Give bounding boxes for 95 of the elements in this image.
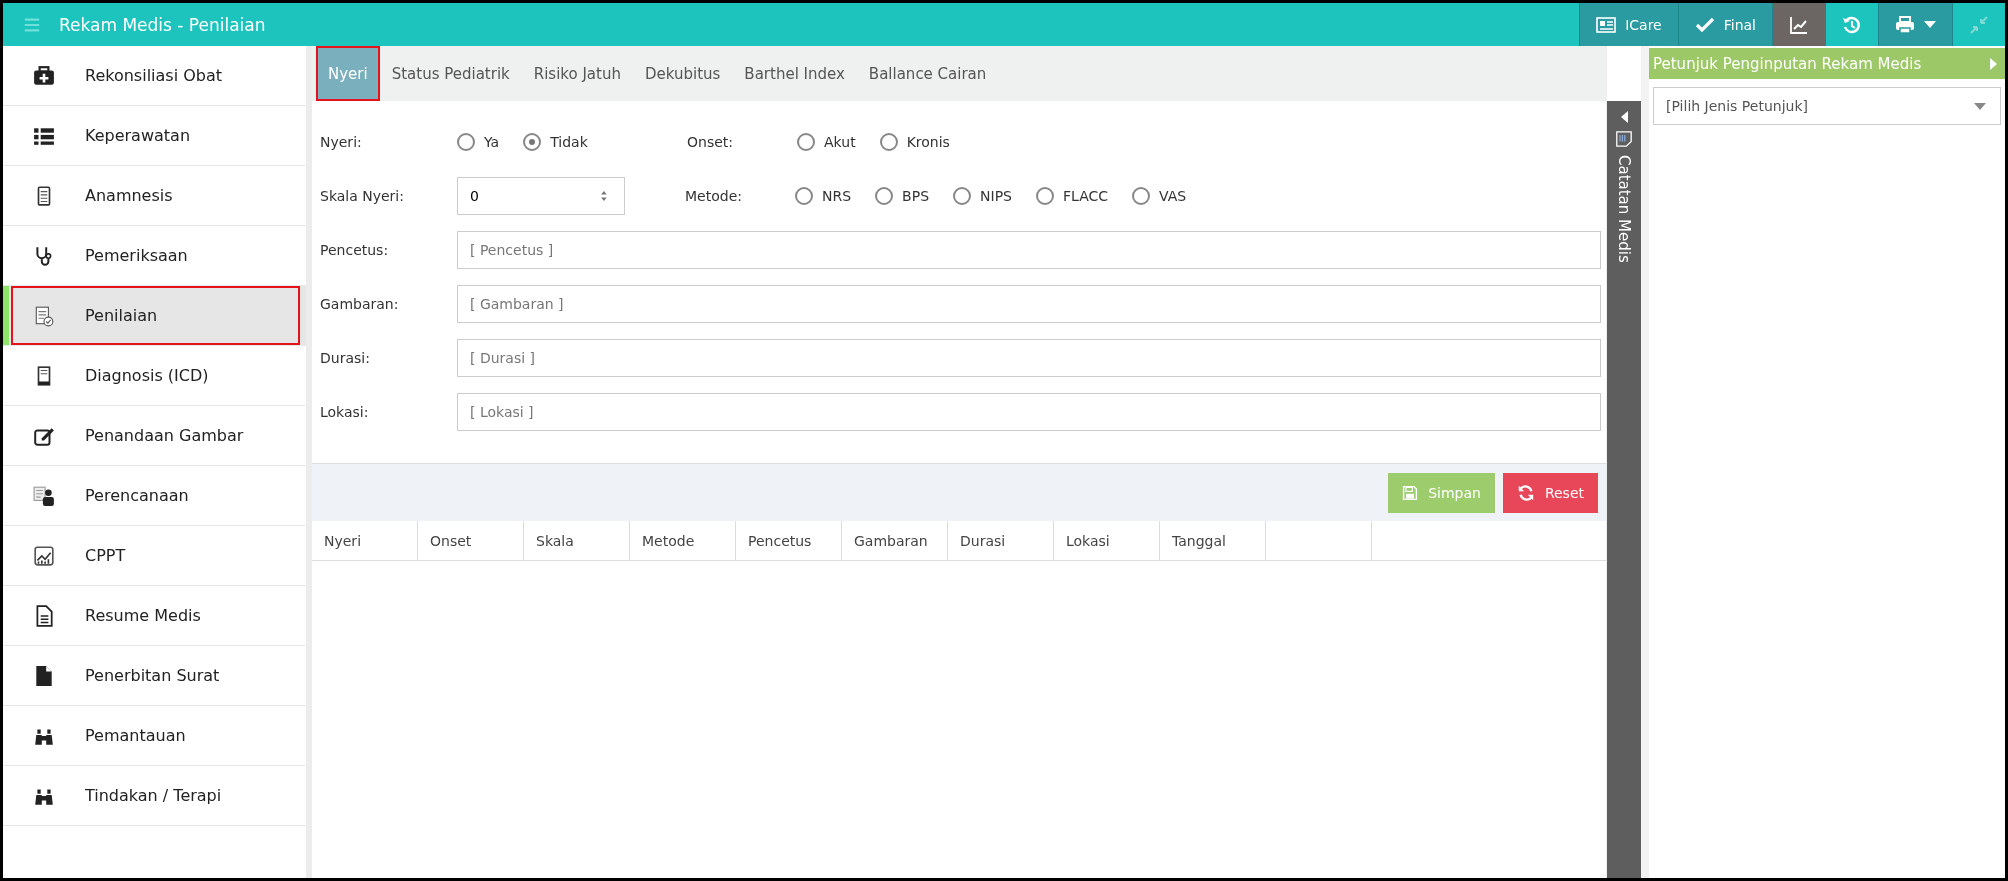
chart-icon (33, 544, 55, 567)
radio-button[interactable] (879, 133, 898, 151)
sidebar-item-label: Resume Medis (85, 606, 201, 625)
refresh-icon (1516, 483, 1535, 502)
sidebar-item-label: Penilaian (85, 306, 158, 325)
field-label: Skala Nyeri: (320, 188, 405, 204)
reset-button[interactable]: Reset (1502, 472, 1598, 513)
radio-option[interactable]: Kronis (879, 133, 950, 151)
panel-title: Catatan Medis (1615, 155, 1633, 263)
column-header: Lokasi (1054, 521, 1160, 560)
compress-icon (1969, 14, 1989, 35)
input-field[interactable]: [ Lokasi ] (457, 393, 1601, 431)
sidebar-item[interactable]: Pemantauan (3, 706, 306, 766)
sidebar-item[interactable]: Rekonsiliasi Obat (3, 46, 306, 106)
sidebar-item[interactable]: Tindakan / Terapi (3, 766, 306, 826)
sidebar-item-label: Tindakan / Terapi (85, 786, 222, 805)
radio-button[interactable] (875, 187, 894, 205)
radio-option[interactable]: VAS (1132, 187, 1187, 205)
radio-option[interactable]: Akut (797, 133, 856, 151)
column-header: Skala (524, 521, 630, 560)
window-title: Rekam Medis - Penilaian (59, 14, 267, 35)
column-header: Durasi (948, 521, 1054, 560)
input-field[interactable]: [ Durasi ] (457, 339, 1601, 377)
radio-option[interactable]: NRS (795, 187, 852, 205)
tab[interactable]: Dekubitus (632, 46, 733, 101)
expand-arrow-icon (1990, 57, 1997, 70)
radio-button[interactable] (523, 133, 542, 151)
column-header: Tanggal (1160, 521, 1266, 560)
field-label: Lokasi: (320, 404, 370, 420)
sidebar-item[interactable]: Penerbitan Surat (3, 646, 306, 706)
tab[interactable]: Barthel Index (732, 46, 857, 101)
column-header: Nyeri (312, 521, 418, 560)
toolbar-button[interactable] (1772, 3, 1825, 46)
caret-icon (1974, 102, 1986, 110)
field-label: Gambaran: (320, 296, 400, 312)
column-header: Pencetus (736, 521, 842, 560)
sidebar-item[interactable]: Resume Medis (3, 586, 306, 646)
notes-panel[interactable]: Catatan Medis (1607, 101, 1641, 878)
save-icon (1402, 484, 1419, 501)
sidebar-item-label: Keperawatan (85, 126, 191, 145)
input-field[interactable]: [ Pencetus ] (457, 231, 1601, 269)
history-icon (1842, 14, 1862, 35)
tab[interactable]: Status Pediatrik (379, 46, 522, 101)
tab[interactable]: Ballance Cairan (856, 46, 999, 101)
sidebar-item-label: Pemantauan (85, 726, 186, 745)
sidebar-item[interactable]: Diagnosis (ICD) (3, 346, 306, 406)
sidebar-item[interactable]: CPPT (3, 526, 306, 586)
radio-option[interactable]: NIPS (953, 187, 1012, 205)
sidebar-item-label: Penandaan Gambar (85, 426, 244, 445)
number-field[interactable]: 0 (457, 177, 625, 215)
newspaper-icon (1596, 14, 1617, 35)
printer-icon (1895, 14, 1915, 35)
radio-option[interactable]: FLACC (1035, 187, 1109, 205)
sidebar-item[interactable]: Perencanaan (3, 466, 306, 526)
radio-option[interactable]: Tidak (523, 133, 588, 151)
radio-button[interactable] (795, 187, 813, 205)
radio-option[interactable]: BPS (875, 187, 930, 205)
document-check-icon (33, 304, 55, 327)
radio-option[interactable]: Ya (457, 133, 500, 151)
column-header: Onset (418, 521, 524, 560)
collapse-arrow-icon (1620, 111, 1628, 123)
sidebar-item-label: CPPT (85, 546, 126, 565)
dropdown[interactable]: [Pilih Jenis Petunjuk] (1653, 87, 2001, 125)
tab[interactable]: Risiko Jatuh (521, 46, 633, 101)
sidebar-item[interactable]: Penilaian (3, 286, 306, 346)
sidebar-item-label: Perencanaan (85, 486, 189, 505)
line-chart-icon (1789, 14, 1809, 35)
radio-button[interactable] (953, 187, 972, 205)
radio-button[interactable] (797, 133, 815, 151)
column-header: Gambaran (842, 521, 948, 560)
input-field[interactable]: [ Gambaran ] (457, 285, 1601, 323)
file-icon (33, 664, 55, 687)
sidebar-item[interactable]: Anamnesis (3, 166, 306, 226)
sidebar-item-label: Pemeriksaan (85, 246, 188, 265)
radio-button[interactable] (1132, 187, 1151, 205)
sidebar-item[interactable]: Keperawatan (3, 106, 306, 166)
sidebar-item-label: Anamnesis (85, 186, 173, 205)
field-label: Pencetus: (320, 242, 390, 258)
panel-title: Petunjuk Penginputan Rekam Medis (1653, 54, 1922, 73)
sidebar-item-label: Rekonsiliasi Obat (85, 66, 223, 85)
toolbar-button[interactable] (1878, 3, 1952, 46)
person-document-icon (33, 484, 55, 507)
radio-button[interactable] (457, 133, 475, 151)
radio-button[interactable] (1035, 187, 1054, 205)
sidebar-item[interactable]: Penandaan Gambar (3, 406, 306, 466)
column-header: Metode (630, 521, 736, 560)
sidebar-item-label: Penerbitan Surat (85, 666, 220, 685)
field-label: Metode: (685, 188, 743, 204)
medkit-icon (33, 64, 55, 87)
field-label: Nyeri: (320, 134, 363, 150)
caret-icon (1924, 21, 1936, 28)
sidebar-item-label: Diagnosis (ICD) (85, 366, 209, 385)
field-label: Durasi: (320, 350, 371, 366)
note-icon (1616, 131, 1632, 147)
field-label: Onset: (687, 134, 734, 150)
